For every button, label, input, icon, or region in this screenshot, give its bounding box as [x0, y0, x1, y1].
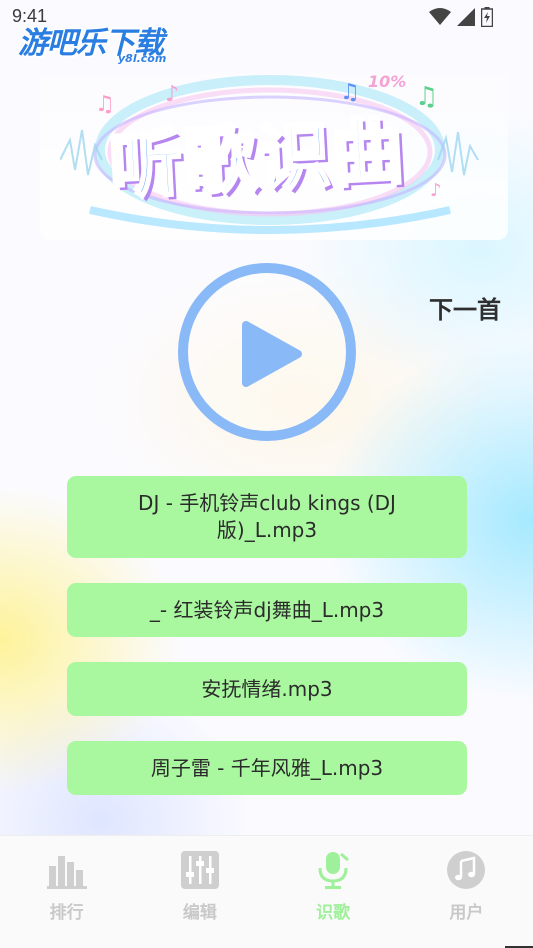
- tab-label: 编辑: [182, 903, 217, 923]
- song-item[interactable]: DJ - 手机铃声club kings (DJ版)_L.mp3: [67, 476, 467, 558]
- tab-label: 识歌: [316, 903, 351, 923]
- song-title: 安抚情绪.mp3: [201, 676, 333, 701]
- microphone-icon: [318, 852, 350, 889]
- page-title: 听歌识曲: [107, 108, 410, 210]
- bar-chart-icon: [46, 856, 87, 889]
- play-button[interactable]: [178, 263, 356, 441]
- song-title: 周子雷 - 千年风雅_L.mp3: [150, 755, 384, 780]
- song-item[interactable]: _- 红装铃声dj舞曲_L.mp3: [67, 583, 467, 637]
- next-song-button[interactable]: 下一首: [429, 290, 501, 325]
- music-note-icon: [447, 851, 486, 889]
- play-icon: [242, 321, 302, 387]
- music-note-icon: ♫: [415, 82, 439, 112]
- signal-icon: [457, 8, 475, 26]
- tab-edit[interactable]: 编辑: [133, 836, 266, 948]
- song-title: DJ - 手机铃声club kings (DJ版)_L.mp3: [138, 491, 396, 542]
- song-item[interactable]: 周子雷 - 千年风雅_L.mp3: [67, 741, 467, 795]
- music-note-icon: ♪: [430, 180, 442, 201]
- tab-user[interactable]: 用户: [400, 836, 533, 948]
- song-title: _- 红装铃声dj舞曲_L.mp3: [149, 597, 385, 622]
- battery-icon: [481, 7, 493, 27]
- tab-ranking[interactable]: 排行: [0, 836, 133, 948]
- tab-recognize[interactable]: 识歌: [267, 836, 400, 948]
- song-item[interactable]: 安抚情绪.mp3: [67, 662, 467, 716]
- wifi-icon: [429, 8, 451, 25]
- status-icons: [429, 7, 493, 27]
- tab-label: 排行: [49, 903, 84, 923]
- sliders-icon: [180, 851, 219, 889]
- banner-badge: 10%: [368, 72, 407, 91]
- tab-label: 用户: [449, 903, 484, 923]
- bottom-tab-bar: 排行 编辑 识歌 用户: [0, 835, 533, 948]
